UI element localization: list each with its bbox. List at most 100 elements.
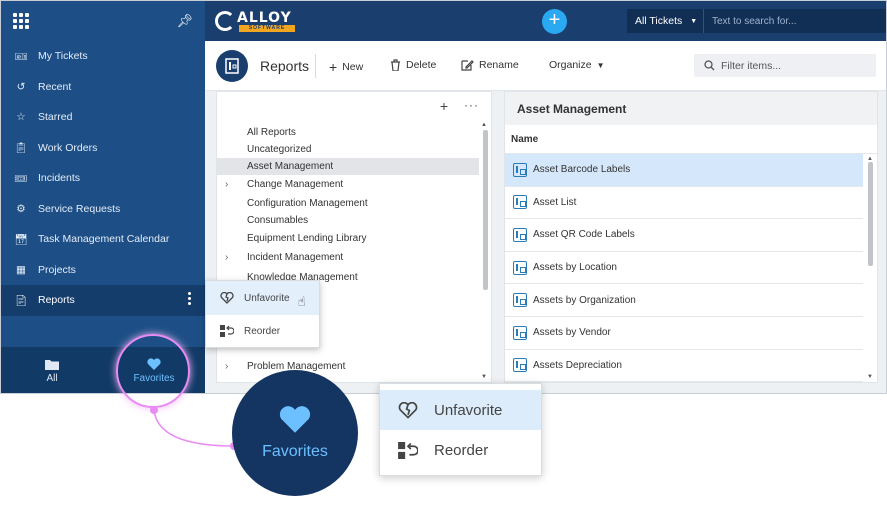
global-search-input[interactable]: Text to search for...: [703, 9, 886, 33]
tree-actions: + ···: [440, 98, 479, 114]
filter-input[interactable]: Filter items...: [694, 54, 876, 77]
toolbar: Reports + New Delete Rename Organize ▼ F…: [205, 41, 886, 91]
sidebar-item-label: Projects: [38, 263, 76, 276]
list-scrollbar[interactable]: [868, 162, 873, 266]
report-row[interactable]: Asset Barcode Labels: [505, 154, 863, 187]
tree-item[interactable]: Equipment Lending Library: [217, 230, 479, 247]
tab-all[interactable]: All: [1, 347, 103, 393]
create-new-button[interactable]: +: [542, 9, 567, 34]
pin-icon[interactable]: 📌︎: [176, 13, 193, 29]
tree-item[interactable]: Consumables: [217, 212, 479, 229]
add-category-icon[interactable]: +: [440, 98, 448, 114]
report-row[interactable]: Assets Depreciation: [505, 350, 863, 382]
sidebar-item-label: Service Requests: [38, 202, 121, 215]
callout-menu-item-reorder[interactable]: Reorder: [380, 430, 541, 470]
callout-menu-item-unfavorite[interactable]: Unfavorite: [380, 390, 541, 430]
report-icon: [513, 293, 527, 308]
logo-subtext: SOFTWARE: [239, 25, 295, 32]
report-row-label: Asset Barcode Labels: [533, 164, 631, 176]
chevron-right-icon[interactable]: ›: [225, 361, 228, 372]
sidebar-item-projects[interactable]: ▦ Projects: [1, 255, 205, 286]
sidebar: 📌︎ 🎫︎ My Tickets ↺ Recent ☆ Starred 📋︎ Work Ord…: [1, 1, 205, 393]
top-bar: ALLOY SOFTWARE + All Tickets ▼ Text to s…: [205, 1, 886, 41]
app-launcher-icon[interactable]: [13, 13, 29, 29]
more-options-icon[interactable]: ···: [464, 98, 479, 114]
sidebar-item-label: Incidents: [38, 172, 81, 185]
calendar-icon: 📅︎: [14, 233, 28, 246]
scroll-down-icon[interactable]: ▼: [481, 374, 487, 380]
sidebar-item-my-tickets[interactable]: 🎫︎ My Tickets: [1, 41, 205, 72]
sidebar-item-label: Task Management Calendar: [38, 233, 170, 246]
report-row-label: Assets by Location: [533, 262, 617, 274]
plus-icon: +: [329, 59, 338, 75]
tab-all-label: All: [46, 372, 58, 384]
sidebar-item-recent[interactable]: ↺ Recent: [1, 72, 205, 103]
report-icon: [513, 227, 527, 242]
chevron-right-icon[interactable]: ›: [225, 179, 228, 190]
sidebar-item-incidents[interactable]: 🎟︎ Incidents: [1, 163, 205, 194]
sidebar-item-label: Work Orders: [38, 141, 98, 154]
cog-icon: ⚙︎: [16, 202, 26, 215]
page-title: Reports: [260, 58, 310, 74]
edit-icon: [461, 60, 474, 71]
new-button-label: New: [342, 61, 364, 73]
new-button[interactable]: + New: [329, 59, 363, 75]
report-row[interactable]: Assets by Location: [505, 252, 863, 285]
chevron-down-icon: ▼: [596, 60, 605, 70]
delete-button-label: Delete: [406, 59, 437, 71]
tree-item[interactable]: › Change Management: [217, 176, 479, 193]
report-icon: [513, 162, 527, 177]
tree-item[interactable]: Asset Management: [217, 158, 479, 175]
menu-item-reorder[interactable]: Reorder: [206, 315, 319, 347]
report-row[interactable]: Asset List: [505, 187, 863, 220]
sidebar-item-task-management-calendar[interactable]: 📅︎ Task Management Calendar: [1, 224, 205, 255]
projects-icon: ▦: [16, 263, 26, 276]
broken-heart-icon: [220, 292, 234, 304]
alloy-logo[interactable]: ALLOY SOFTWARE: [215, 10, 297, 34]
report-row-label: Assets by Vendor: [533, 327, 611, 339]
history-icon: ↺: [16, 80, 26, 93]
report-icon: [513, 260, 527, 275]
organize-dropdown[interactable]: Organize ▼: [549, 59, 605, 71]
scroll-down-icon[interactable]: ▼: [867, 374, 873, 380]
tree-item-label: Configuration Management: [247, 198, 368, 209]
tree-item[interactable]: › Incident Management: [217, 249, 479, 266]
reorder-icon: [398, 441, 418, 459]
tree-item-label: Incident Management: [247, 252, 344, 263]
sidebar-item-work-orders[interactable]: 📋︎ Work Orders: [1, 133, 205, 164]
hand-cursor-icon: ☝︎: [297, 294, 306, 309]
sidebar-item-label: Recent: [38, 80, 72, 93]
report-row[interactable]: Asset QR Code Labels: [505, 219, 863, 252]
sidebar-item-service-requests[interactable]: ⚙︎ Service Requests: [1, 194, 205, 225]
tree-item[interactable]: Configuration Management: [217, 195, 479, 212]
folder-icon: [45, 359, 59, 370]
scroll-up-icon[interactable]: ▲: [481, 122, 487, 128]
chevron-right-icon[interactable]: ›: [225, 252, 228, 263]
sidebar-item-reports[interactable]: 📄︎ Reports: [1, 285, 205, 316]
logo-ring-icon: [215, 11, 235, 31]
tree-item[interactable]: › Problem Management: [217, 358, 479, 375]
scroll-up-icon[interactable]: ▲: [867, 156, 873, 162]
filter-placeholder: Filter items...: [721, 59, 782, 72]
report-list-panel: Asset Management Name Asset Barcode Labe…: [504, 91, 878, 383]
search-icon: [704, 60, 715, 71]
callout-unfavorite-label: Unfavorite: [434, 401, 503, 419]
tree-scrollbar[interactable]: [483, 130, 488, 290]
callout-favorites-label: Favorites: [262, 443, 328, 460]
column-header-name[interactable]: Name: [505, 125, 877, 154]
more-options-icon[interactable]: [188, 292, 191, 305]
report-row[interactable]: Assets by Organization: [505, 284, 863, 317]
report-row[interactable]: Assets by Vendor: [505, 317, 863, 350]
tree-item-label: Asset Management: [247, 161, 334, 172]
sidebar-item-starred[interactable]: ☆ Starred: [1, 102, 205, 133]
list-title: Asset Management: [505, 92, 877, 125]
search-scope-dropdown[interactable]: All Tickets ▼: [627, 9, 703, 33]
tree-item[interactable]: Uncategorized: [217, 141, 479, 158]
delete-button[interactable]: Delete: [390, 59, 436, 71]
tree-item[interactable]: All Reports: [217, 124, 479, 141]
menu-item-unfavorite[interactable]: Unfavorite ☝︎: [206, 281, 319, 315]
tree-item-label: All Reports: [247, 127, 296, 138]
report-icon: [513, 195, 527, 210]
tree-item-label: Uncategorized: [247, 144, 312, 155]
rename-button[interactable]: Rename: [461, 59, 519, 71]
